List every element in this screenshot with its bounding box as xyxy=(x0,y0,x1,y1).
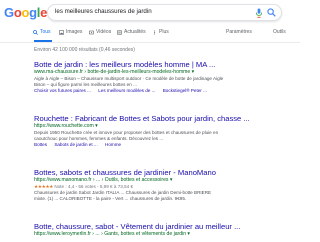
header-divider xyxy=(0,42,300,43)
search-tabs: Tous Images Vidéos Actualités Plus Param… xyxy=(33,27,295,41)
video-icon xyxy=(89,30,94,34)
tab-tools[interactable]: Outils xyxy=(273,29,286,35)
tab-label: Outils xyxy=(273,29,286,35)
tab-label: Plus xyxy=(159,29,169,35)
image-icon xyxy=(59,29,64,35)
result-url[interactable]: www.ma-chaussure.fr › botte-de-jardin-le… xyxy=(34,69,296,76)
tab-more[interactable]: Plus xyxy=(152,29,169,35)
tab-videos[interactable]: Vidéos xyxy=(89,29,111,35)
search-result: Botte, chaussure, sabot - Vêtement du ja… xyxy=(34,222,296,238)
tab-label: Actualités xyxy=(124,29,146,35)
result-url[interactable]: https://www.manomano.fr › ... › Outils, … xyxy=(34,177,296,184)
search-result: Rouchette : Fabricant de Bottes et Sabot… xyxy=(34,114,296,148)
tab-label: Paramètres xyxy=(226,29,252,35)
result-url[interactable]: https://www.rouchette.com ▾ xyxy=(34,123,296,130)
star-rating-icon: ★★★★★ xyxy=(34,184,54,189)
sitelink[interactable]: Bockstiegel® Peter ... xyxy=(163,88,207,93)
result-snippet-line: mixte. (1) ... CALORIBOTTE - la paire - … xyxy=(34,195,187,201)
logo-letter: o xyxy=(13,5,22,20)
sitelink[interactable]: Les meilleurs modèles de ... xyxy=(98,88,155,93)
result-title-link[interactable]: Botte, chaussure, sabot - Vêtement du ja… xyxy=(34,222,296,231)
result-title-link[interactable]: Rouchette : Fabricant de Bottes et Sabot… xyxy=(34,114,296,123)
search-icon[interactable] xyxy=(267,8,276,17)
logo-letter: e xyxy=(40,5,48,20)
tab-settings[interactable]: Paramètres xyxy=(226,29,252,35)
result-stats: Environ 42 100 000 résultats (0,46 secon… xyxy=(34,47,135,53)
sitelinks: Bottes Sabots de jardin et ... Homme xyxy=(34,142,296,148)
tab-news[interactable]: Actualités xyxy=(117,29,146,35)
search-result: Bottes, sabots et chaussures de jardinie… xyxy=(34,168,296,202)
result-title-link[interactable]: Bottes, sabots et chaussures de jardinie… xyxy=(34,168,296,177)
google-logo[interactable]: Google xyxy=(4,5,47,20)
logo-letter: G xyxy=(4,5,14,20)
sitelink[interactable]: Homme xyxy=(105,142,121,147)
sitelink[interactable]: Sabots de jardin et ... xyxy=(54,142,97,147)
result-url[interactable]: https://www.leroymerlin.fr › ... › Gants… xyxy=(34,231,296,238)
sitelink[interactable]: Bottes xyxy=(34,142,47,147)
sitelinks: Choisir vos futures paires ... Les meill… xyxy=(34,88,296,94)
tab-label: Vidéos xyxy=(96,29,112,35)
tab-label: Images xyxy=(66,29,83,35)
search-icon xyxy=(33,29,38,35)
microphone-icon[interactable] xyxy=(255,8,263,18)
sitelink[interactable]: Choisir vos futures paires ... xyxy=(34,88,91,93)
search-input[interactable]: les meilleures chaussures de jardin xyxy=(55,8,152,15)
result-title-link[interactable]: Botte de jardin : les meilleurs modèles … xyxy=(34,60,296,69)
tab-all[interactable]: Tous xyxy=(33,29,51,35)
news-icon xyxy=(117,29,122,35)
tab-images[interactable]: Images xyxy=(59,29,82,35)
logo-letter: o xyxy=(21,5,30,20)
logo-letter: g xyxy=(29,5,37,20)
search-box[interactable]: les meilleures chaussures de jardin xyxy=(47,4,282,21)
more-icon xyxy=(154,30,155,34)
tab-label: Tous xyxy=(40,29,51,35)
rating-text: Note : 4,4 - 56 votes - 5,99 € à 73,54 € xyxy=(54,184,134,189)
search-result: Botte de jardin : les meilleurs modèles … xyxy=(34,60,296,94)
